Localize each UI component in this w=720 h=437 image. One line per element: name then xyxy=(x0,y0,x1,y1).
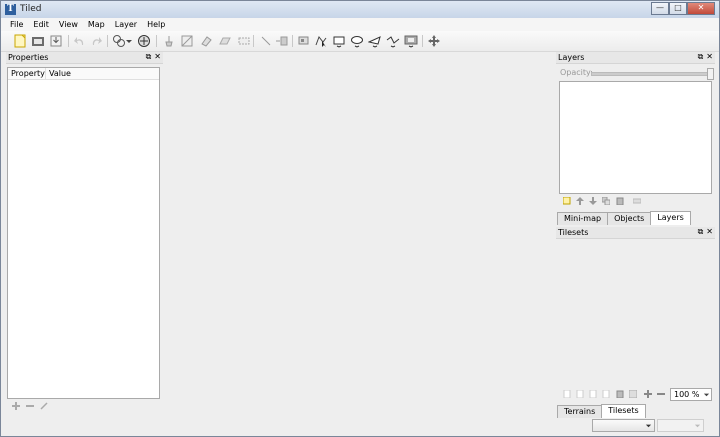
tab-objects[interactable]: Objects xyxy=(607,212,652,225)
insert-polygon-icon[interactable] xyxy=(368,34,382,48)
close-icon[interactable]: ✕ xyxy=(154,52,161,62)
tileset-view[interactable] xyxy=(557,240,715,385)
redo-icon[interactable] xyxy=(89,34,103,48)
insert-tile-icon[interactable] xyxy=(275,34,289,48)
move-icon[interactable] xyxy=(427,34,441,48)
menu-file[interactable]: File xyxy=(5,18,28,31)
edit-tileset-icon[interactable] xyxy=(602,390,610,398)
import-tileset-icon[interactable] xyxy=(576,390,584,398)
menu-help[interactable]: Help xyxy=(142,18,170,31)
toolbar-separator xyxy=(107,35,108,47)
toolbar-separator xyxy=(68,35,69,47)
insert-image-icon[interactable] xyxy=(404,34,418,48)
select-objects-icon[interactable] xyxy=(314,34,328,48)
float-icon[interactable]: ⧉ xyxy=(698,52,704,62)
column-value[interactable]: Value xyxy=(46,68,74,79)
chevron-down-icon[interactable] xyxy=(645,422,652,429)
menu-layer[interactable]: Layer xyxy=(110,18,142,31)
toolbar-separator xyxy=(292,35,293,47)
toolbar-separator xyxy=(156,35,157,47)
tileset-properties-icon[interactable] xyxy=(629,390,637,398)
add-layer-icon[interactable] xyxy=(563,197,571,205)
zoom-combo[interactable] xyxy=(657,419,704,432)
zoom-select[interactable]: 100 % xyxy=(670,388,712,401)
menu-bar: File Edit View Map Layer Help xyxy=(1,18,719,31)
select-same-tile-icon[interactable] xyxy=(259,34,273,48)
tiled-window: T Tiled — □ ✕ File Edit View Map Layer H… xyxy=(0,0,720,437)
window-controls: — □ ✕ xyxy=(651,2,715,15)
tilesets-dock-header: Tilesets ⧉ ✕ xyxy=(556,227,715,239)
duplicate-layer-icon[interactable] xyxy=(602,197,610,205)
tiled-app-icon: T xyxy=(5,4,16,15)
add-property-icon[interactable] xyxy=(12,402,20,410)
properties-table[interactable]: Property Value xyxy=(7,67,160,399)
layer-format-combo[interactable] xyxy=(592,419,655,432)
menu-map[interactable]: Map xyxy=(83,18,110,31)
close-icon[interactable]: ✕ xyxy=(706,52,713,62)
terrain-brush-icon[interactable] xyxy=(162,34,176,48)
insert-ellipse-icon[interactable] xyxy=(350,34,364,48)
chevron-down-icon[interactable] xyxy=(703,391,710,398)
insert-polyline-icon[interactable] xyxy=(386,34,400,48)
new-map-icon[interactable] xyxy=(13,34,27,48)
delete-layer-icon[interactable] xyxy=(616,197,624,205)
chevron-down-icon[interactable] xyxy=(694,422,701,429)
zoom-out-icon[interactable] xyxy=(657,390,665,398)
properties-title: Properties xyxy=(8,53,49,62)
new-tileset-icon[interactable] xyxy=(563,390,571,398)
menu-edit[interactable]: Edit xyxy=(28,18,54,31)
tilesets-tabbar: Terrains Tilesets xyxy=(557,404,646,418)
tab-terrains[interactable]: Terrains xyxy=(557,405,603,418)
close-window-button[interactable]: ✕ xyxy=(687,2,715,15)
undo-icon[interactable] xyxy=(73,34,87,48)
minimize-button[interactable]: — xyxy=(651,2,669,15)
main-toolbar xyxy=(1,31,719,52)
remove-property-icon[interactable] xyxy=(26,402,34,410)
layers-title: Layers xyxy=(558,53,585,62)
lower-layer-icon[interactable] xyxy=(589,197,597,205)
random-mode-icon[interactable] xyxy=(112,34,126,48)
save-icon[interactable] xyxy=(49,34,63,48)
float-icon[interactable]: ⧉ xyxy=(698,227,704,237)
menu-view[interactable]: View xyxy=(54,18,83,31)
insert-rectangle-icon[interactable] xyxy=(332,34,346,48)
layers-dock-header: Layers ⧉ ✕ xyxy=(556,52,715,64)
eraser-icon[interactable] xyxy=(199,34,213,48)
delete-tileset-icon[interactable] xyxy=(616,390,624,398)
close-icon[interactable]: ✕ xyxy=(706,227,713,237)
export-tileset-icon[interactable] xyxy=(589,390,597,398)
tilesets-title: Tilesets xyxy=(558,228,589,237)
zoom-value: 100 % xyxy=(674,390,700,399)
chevron-down-icon[interactable] xyxy=(125,34,133,48)
opacity-slider[interactable] xyxy=(591,68,714,80)
tab-tilesets[interactable]: Tilesets xyxy=(601,404,646,418)
layers-tabbar: Mini-map Objects Layers xyxy=(557,211,691,225)
layer-properties-icon[interactable] xyxy=(633,197,641,205)
maximize-button[interactable]: □ xyxy=(669,2,687,15)
opacity-label: Opacity: xyxy=(560,68,593,77)
magic-wand-icon[interactable] xyxy=(237,34,251,48)
bucket-fill-icon[interactable] xyxy=(180,34,194,48)
toolbar-separator xyxy=(422,35,423,47)
opacity-slider-handle[interactable] xyxy=(707,68,714,80)
tab-layers[interactable]: Layers xyxy=(650,211,691,225)
column-property[interactable]: Property xyxy=(8,68,46,79)
properties-header-row: Property Value xyxy=(8,68,159,80)
rectangular-select-icon[interactable] xyxy=(218,34,232,48)
map-area[interactable] xyxy=(165,52,553,434)
toolbar-separator xyxy=(253,35,254,47)
properties-dock-header: Properties ⧉ ✕ xyxy=(6,52,163,64)
stamp-brush-icon[interactable] xyxy=(136,34,152,48)
edit-polygons-icon[interactable] xyxy=(297,34,311,48)
title-bar[interactable]: T Tiled — □ ✕ xyxy=(1,1,719,18)
tab-mini-map[interactable]: Mini-map xyxy=(557,212,609,225)
rename-property-icon[interactable] xyxy=(40,402,48,410)
float-icon[interactable]: ⧉ xyxy=(146,52,152,62)
zoom-in-icon[interactable] xyxy=(644,390,652,398)
layers-list[interactable] xyxy=(559,81,712,194)
raise-layer-icon[interactable] xyxy=(576,197,584,205)
window-title: Tiled xyxy=(20,4,42,14)
open-icon[interactable] xyxy=(31,34,45,48)
